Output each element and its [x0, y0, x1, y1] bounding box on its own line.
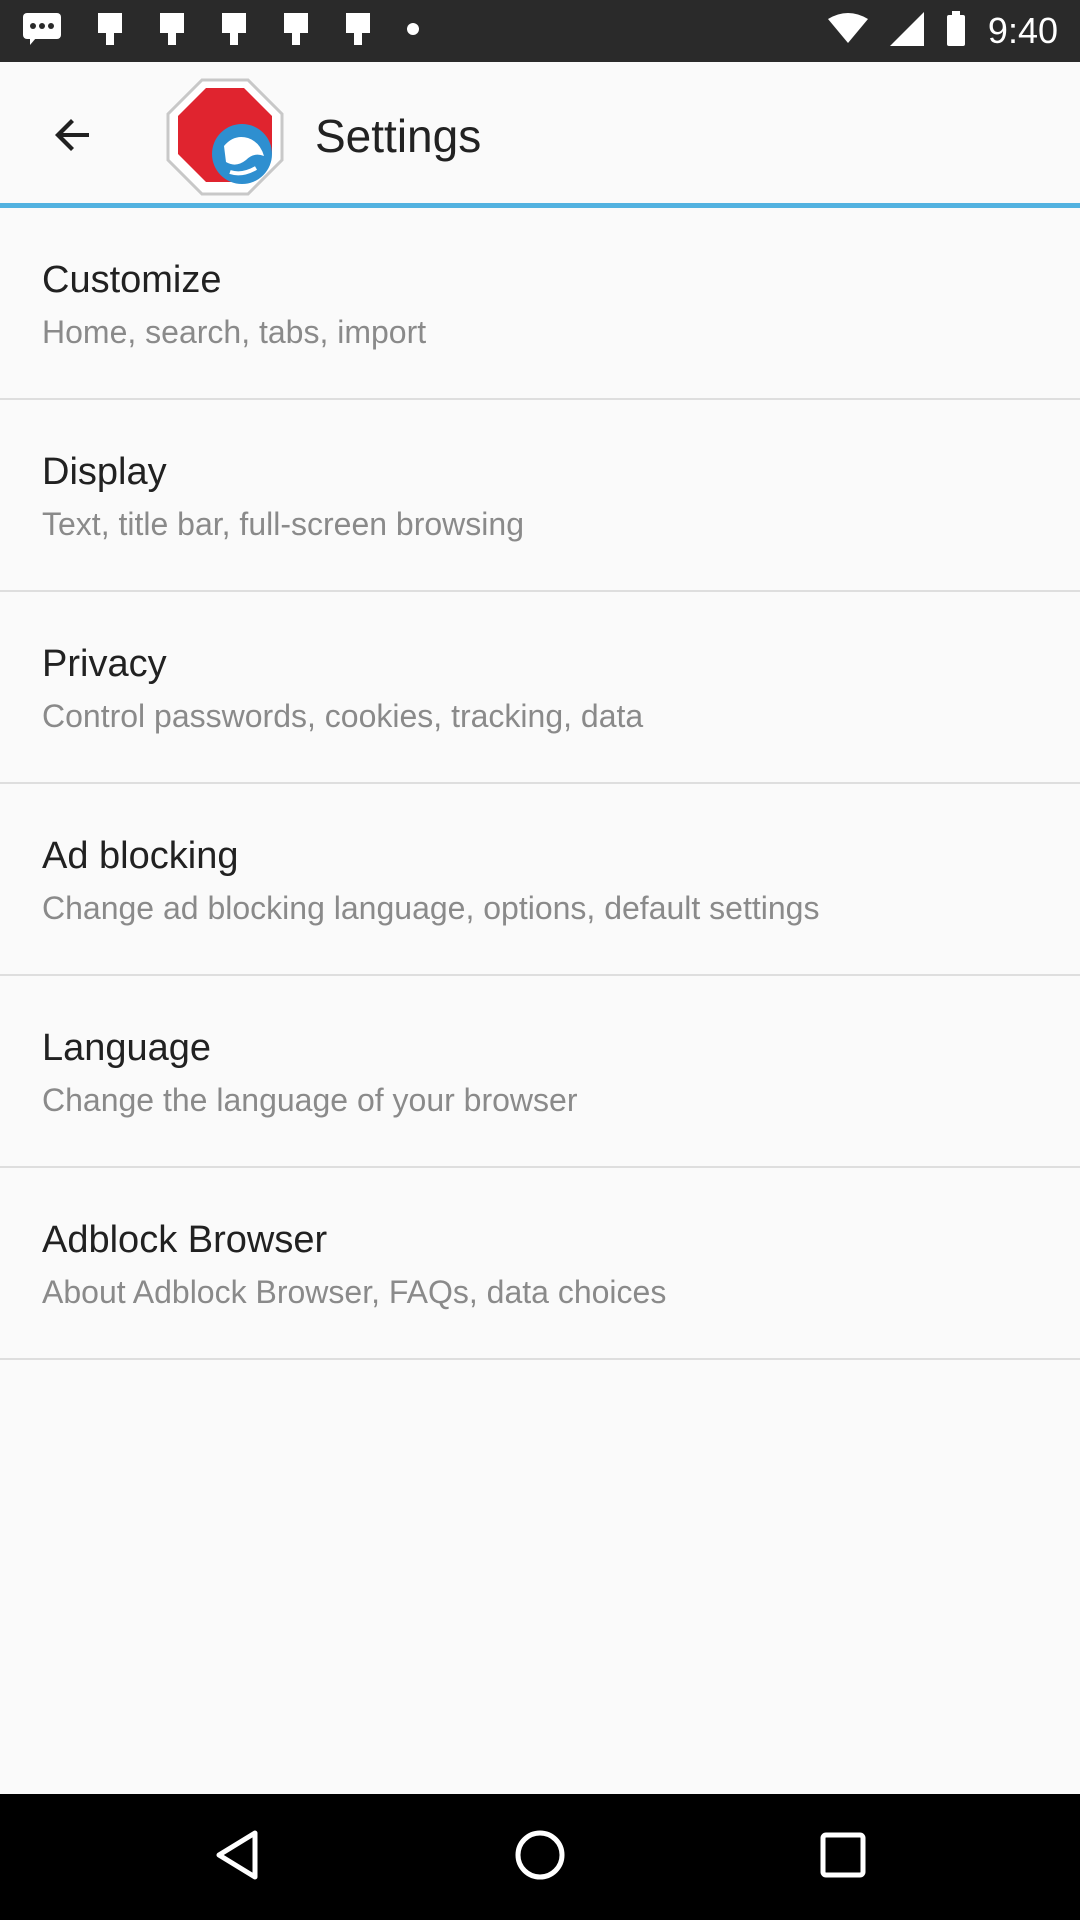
status-notifications: [22, 0, 420, 62]
page-title: Settings: [315, 110, 482, 162]
notification-icon: [344, 11, 372, 52]
settings-item-display[interactable]: Display Text, title bar, full-screen bro…: [0, 400, 1080, 592]
signal-icon: [889, 11, 924, 51]
settings-item-title: Language: [42, 1027, 212, 1069]
settings-list: Customize Home, search, tabs, import Dis…: [0, 208, 1080, 1360]
app-bar: [0, 62, 1080, 206]
chat-bubble-icon: [22, 12, 62, 51]
settings-item-subtitle: Text, title bar, full-screen browsing: [42, 506, 524, 542]
dot-icon: [406, 22, 420, 41]
nav-home-button[interactable]: [495, 1812, 585, 1902]
settings-item-title: Adblock Browser: [42, 1219, 328, 1261]
adblock-browser-logo: [164, 76, 286, 198]
recents-square-icon: [819, 1831, 867, 1884]
settings-item-title: Privacy: [42, 643, 167, 685]
home-circle-icon: [514, 1829, 566, 1886]
navigation-bar: [0, 1794, 1080, 1920]
notification-icon: [158, 11, 186, 52]
nav-recents-button[interactable]: [798, 1812, 888, 1902]
settings-item-subtitle: Control passwords, cookies, tracking, da…: [42, 698, 644, 734]
back-button[interactable]: [28, 92, 118, 182]
notification-icon: [282, 11, 310, 52]
status-bar: 9:40: [0, 0, 1080, 62]
back-triangle-icon: [213, 1829, 261, 1886]
settings-item-subtitle: About Adblock Browser, FAQs, data choice…: [42, 1274, 667, 1310]
battery-icon: [946, 10, 966, 52]
settings-item-subtitle: Home, search, tabs, import: [42, 314, 427, 350]
wifi-icon: [827, 12, 868, 50]
status-system: 9:40: [827, 0, 1058, 62]
arrow-back-icon: [49, 111, 97, 164]
settings-item-subtitle: Change ad blocking language, options, de…: [42, 890, 820, 926]
settings-item-language[interactable]: Language Change the language of your bro…: [0, 976, 1080, 1168]
notification-icon: [220, 11, 248, 52]
nav-back-button[interactable]: [192, 1812, 282, 1902]
settings-item-customize[interactable]: Customize Home, search, tabs, import: [0, 208, 1080, 400]
notification-icon: [96, 11, 124, 52]
settings-item-ad-blocking[interactable]: Ad blocking Change ad blocking language,…: [0, 784, 1080, 976]
settings-item-title: Customize: [42, 259, 222, 301]
status-time: 9:40: [987, 10, 1058, 51]
settings-item-adblock-browser[interactable]: Adblock Browser About Adblock Browser, F…: [0, 1168, 1080, 1360]
settings-item-subtitle: Change the language of your browser: [42, 1082, 578, 1118]
settings-item-privacy[interactable]: Privacy Control passwords, cookies, trac…: [0, 592, 1080, 784]
settings-item-title: Display: [42, 451, 167, 493]
settings-item-title: Ad blocking: [42, 835, 239, 877]
